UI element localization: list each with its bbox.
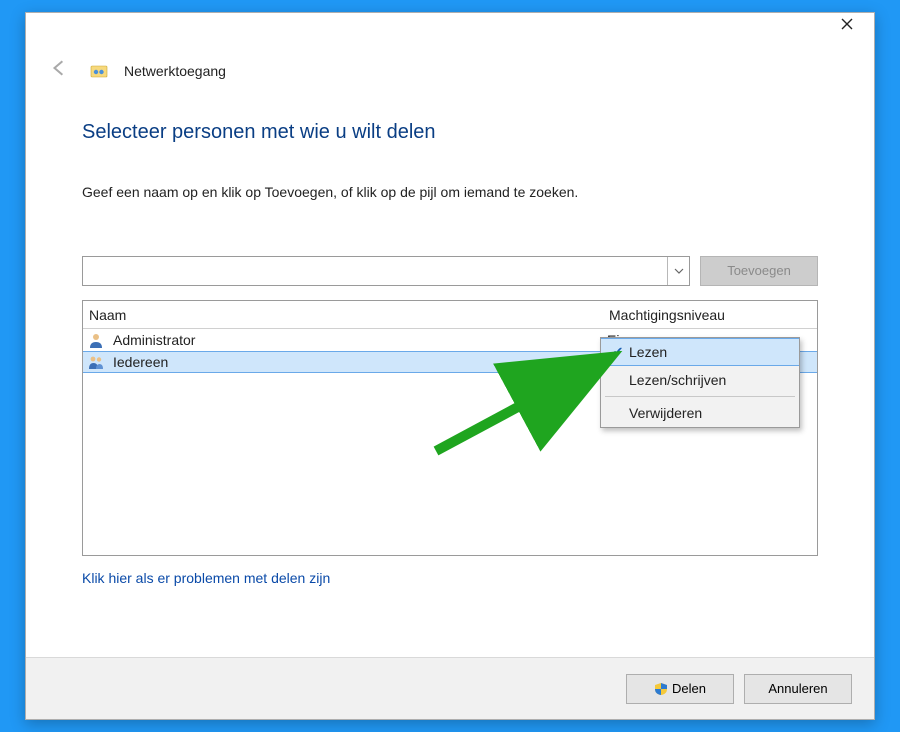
page-heading: Selecteer personen met wie u wilt delen (82, 121, 818, 144)
network-access-icon (90, 62, 108, 80)
permission-menu-item-read[interactable]: ✔ Lezen (601, 338, 799, 366)
close-button[interactable] (834, 18, 860, 44)
instruction-text: Geef een naam op en klik op Toevoegen, o… (82, 184, 818, 200)
shield-icon (654, 682, 668, 696)
user-icon (87, 331, 105, 349)
back-button[interactable] (44, 55, 74, 87)
permission-menu-item-remove[interactable]: Verwijderen (601, 399, 799, 427)
name-combobox[interactable] (82, 256, 690, 286)
row-name: Iedereen (107, 354, 607, 370)
network-access-dialog: Netwerktoegang Selecteer personen met wi… (25, 12, 875, 720)
permission-menu-item-readwrite[interactable]: Lezen/schrijven (601, 366, 799, 394)
table-header: Naam Machtigingsniveau (83, 301, 817, 329)
check-icon: ✔ (607, 344, 629, 360)
dialog-footer: Delen Annuleren (26, 657, 874, 719)
row-name: Administrator (107, 332, 607, 348)
cancel-button[interactable]: Annuleren (744, 674, 852, 704)
content-area: Selecteer personen met wie u wilt delen … (26, 91, 874, 657)
column-name-header[interactable]: Naam (83, 307, 607, 323)
titlebar (26, 13, 874, 43)
menu-separator (605, 396, 795, 397)
window-title: Netwerktoegang (124, 63, 226, 79)
combobox-dropdown-button[interactable] (667, 257, 689, 285)
share-button[interactable]: Delen (626, 674, 734, 704)
add-user-row: Toevoegen (82, 256, 818, 286)
troubleshoot-link[interactable]: Klik hier als er problemen met delen zij… (82, 570, 330, 586)
add-button[interactable]: Toevoegen (700, 256, 818, 286)
group-icon (87, 353, 105, 371)
column-permission-header[interactable]: Machtigingsniveau (607, 307, 817, 323)
header: Netwerktoegang (26, 43, 874, 91)
permission-menu: ✔ Lezen Lezen/schrijven Verwijderen (600, 337, 800, 428)
